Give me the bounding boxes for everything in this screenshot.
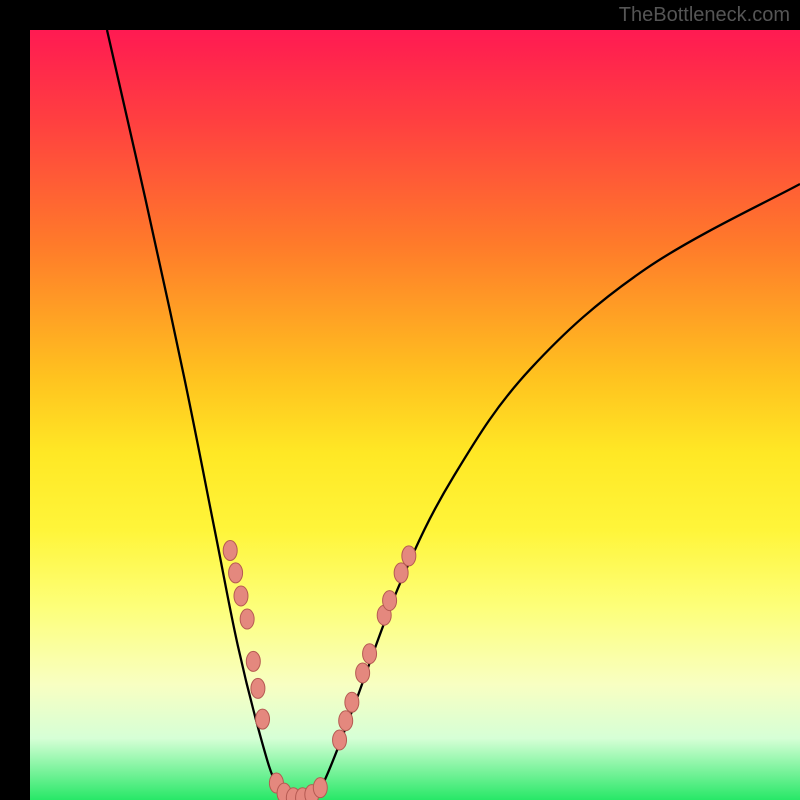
data-marker [345, 692, 359, 712]
data-marker [246, 651, 260, 671]
data-marker [363, 644, 377, 664]
watermark-text: TheBottleneck.com [619, 4, 790, 27]
data-marker [383, 591, 397, 611]
data-marker [256, 709, 270, 729]
data-marker [251, 678, 265, 698]
data-marker [333, 730, 347, 750]
data-marker [313, 778, 327, 798]
data-marker [356, 663, 370, 683]
data-marker [240, 609, 254, 629]
data-marker [223, 541, 237, 561]
chart-area [30, 30, 800, 800]
data-marker [339, 711, 353, 731]
data-marker [402, 546, 416, 566]
data-marker [234, 586, 248, 606]
marker-group [223, 541, 416, 800]
curve-line [107, 30, 800, 800]
chart-svg [30, 30, 800, 800]
data-marker [394, 563, 408, 583]
data-marker [229, 563, 243, 583]
